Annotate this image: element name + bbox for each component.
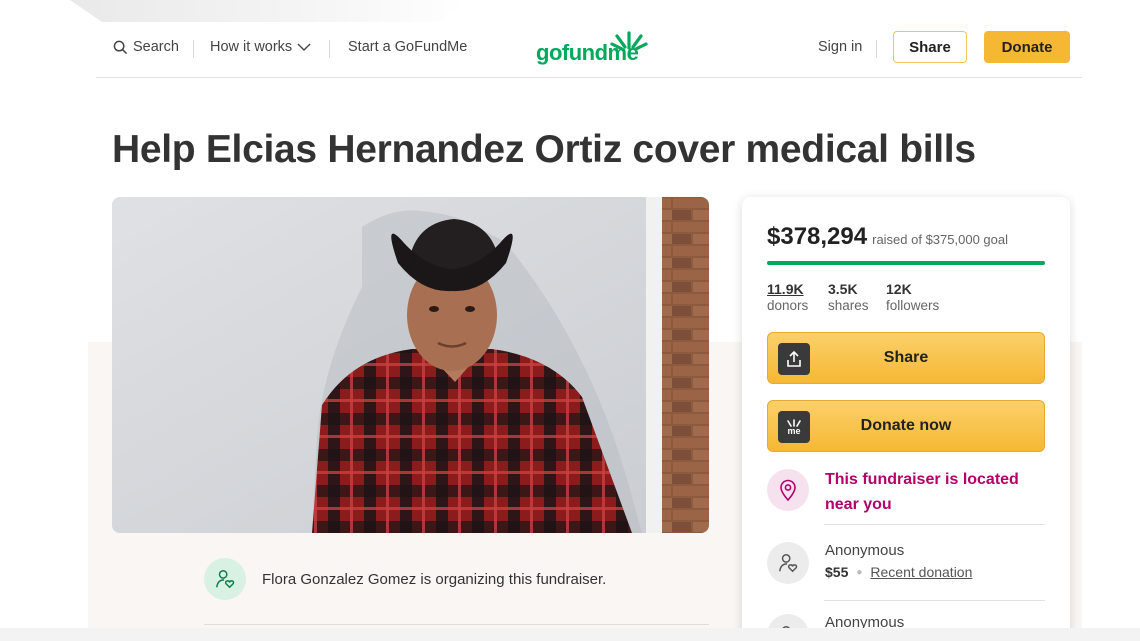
donation-card: $378,294 raised of $375,000 goal 11.9K d… — [742, 197, 1070, 641]
donate-button-top[interactable]: Donate — [984, 31, 1070, 63]
donors-label: donors — [767, 298, 809, 313]
organizer-divider — [204, 624, 709, 625]
nav-divider — [876, 40, 877, 58]
donors-stat[interactable]: 11.9K donors — [767, 281, 808, 313]
shares-count: 3.5K — [828, 281, 858, 297]
raised-goal: raised of $375,000 goal — [872, 232, 1008, 247]
me-icon-text: me — [787, 425, 801, 436]
shares-stat: 3.5K shares — [828, 281, 869, 313]
sign-in-label: Sign in — [818, 39, 863, 55]
share-button[interactable]: Share — [767, 332, 1045, 384]
organizer-avatar — [204, 558, 246, 600]
location-pin-icon — [767, 469, 809, 511]
raised-amount: $378,294 — [767, 223, 868, 250]
start-gofundme-link[interactable]: Start a GoFundMe — [348, 39, 467, 55]
top-decoration — [70, 0, 470, 22]
nav-divider — [193, 40, 194, 58]
campaign-photo-image — [112, 197, 709, 533]
recent-donation-link[interactable]: Recent donation — [870, 564, 972, 580]
progress-bar — [767, 261, 1045, 265]
search-icon — [113, 40, 128, 54]
followers-stat: 12K followers — [886, 281, 939, 313]
top-navigation: Search How it works Start a GoFundMe gof… — [96, 22, 1082, 78]
page-title: Help Elcias Hernandez Ortiz cover medica… — [112, 128, 976, 171]
start-gofundme-label: Start a GoFundMe — [348, 39, 468, 55]
divider — [824, 600, 1045, 601]
donate-now-label: Donate now — [860, 417, 952, 434]
share-upload-icon — [778, 343, 810, 375]
logo-sprout-icon — [610, 31, 648, 51]
followers-count: 12K — [886, 281, 912, 297]
followers-label: followers — [886, 298, 940, 313]
search-link[interactable]: Search — [113, 39, 179, 55]
search-label: Search — [133, 39, 179, 55]
nav-divider — [329, 40, 330, 58]
campaign-photo[interactable] — [112, 197, 709, 533]
separator-dot: ● — [856, 566, 863, 578]
shares-label: shares — [828, 298, 869, 313]
donor-avatar-icon — [767, 542, 809, 584]
share-button-label: Share — [883, 349, 929, 366]
progress-fill — [767, 261, 1045, 265]
gofundme-logo[interactable]: gofundme — [536, 30, 648, 65]
user-heart-icon — [216, 570, 235, 589]
how-it-works-label: How it works — [210, 39, 293, 55]
share-button-top[interactable]: Share — [893, 31, 967, 63]
location-text: This fundraiser is located near you — [825, 471, 1019, 513]
bottom-decoration — [0, 628, 1140, 641]
donor-name: Anonymous — [825, 542, 905, 559]
chevron-down-icon — [297, 43, 311, 51]
donation-item: Anonymous $55 ● Recent donation — [767, 542, 972, 584]
how-it-works-menu[interactable]: How it works — [210, 39, 311, 55]
organizer-text: Flora Gonzalez Gomez is organizing this … — [262, 570, 607, 588]
gofundme-me-icon: me — [778, 411, 810, 443]
donate-now-button[interactable]: me Donate now — [767, 400, 1045, 452]
donors-count: 11.9K — [767, 281, 804, 297]
organizer-row[interactable]: Flora Gonzalez Gomez is organizing this … — [204, 558, 606, 600]
raised-summary: $378,294 raised of $375,000 goal — [767, 223, 1008, 251]
donation-amount: $55 — [825, 564, 849, 580]
sign-in-link[interactable]: Sign in — [818, 39, 862, 55]
divider — [824, 524, 1045, 525]
location-notice: This fundraiser is located near you — [767, 469, 1045, 517]
